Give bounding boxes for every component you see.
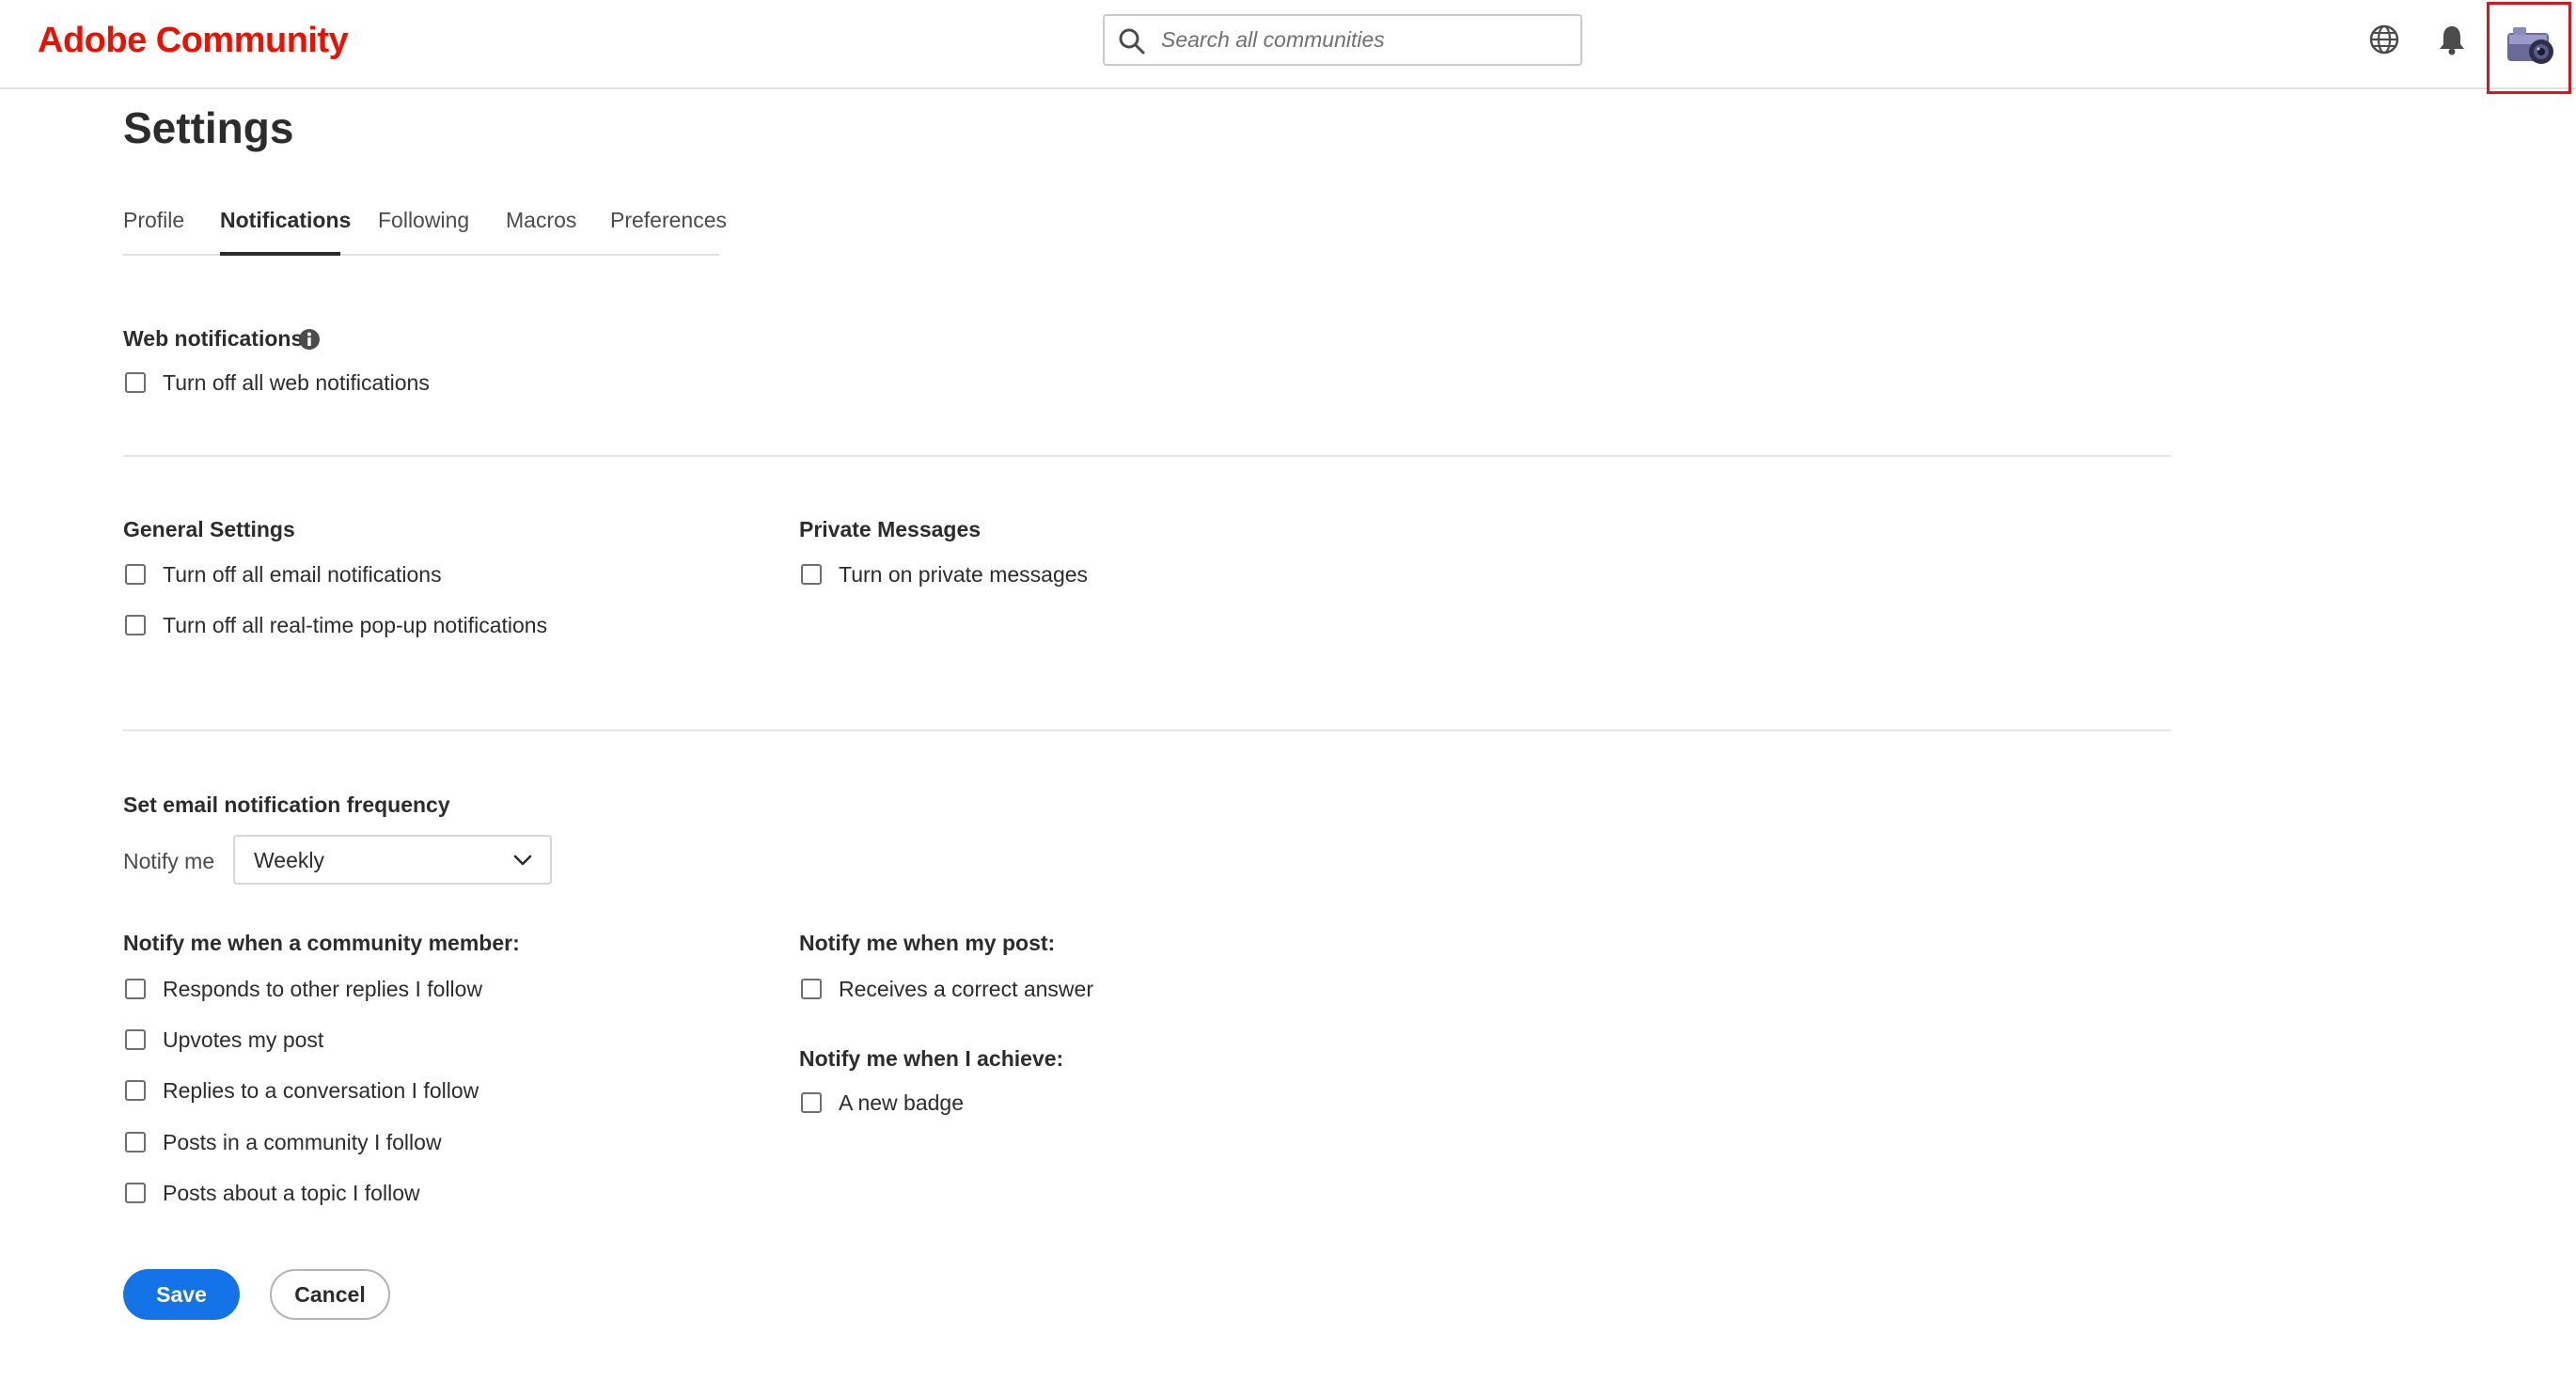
checkbox[interactable] bbox=[125, 564, 146, 585]
chevron-down-icon bbox=[513, 855, 532, 866]
option-label: Responds to other replies I follow bbox=[163, 977, 483, 1001]
tab-following[interactable]: Following bbox=[378, 205, 469, 235]
checkbox[interactable] bbox=[801, 979, 822, 999]
user-avatar-button[interactable] bbox=[2487, 2, 2571, 94]
tab-preferences[interactable]: Preferences bbox=[610, 205, 727, 235]
option-label: Posts about a topic I follow bbox=[163, 1181, 420, 1205]
email-frequency-heading: Set email notification frequency bbox=[123, 792, 450, 817]
option-label: Turn off all web notifications bbox=[163, 370, 430, 395]
option-label: A new badge bbox=[839, 1090, 965, 1115]
option-label: Turn off all real-time pop-up notificati… bbox=[163, 613, 548, 637]
web-notifications-off-option[interactable]: Turn off all web notifications bbox=[125, 368, 430, 398]
option-label: Posts in a community I follow bbox=[163, 1130, 442, 1154]
achieve-heading: Notify me when I achieve: bbox=[799, 1046, 1064, 1071]
upvotes-my-post-option[interactable]: Upvotes my post bbox=[125, 1025, 323, 1055]
tab-profile[interactable]: Profile bbox=[123, 205, 184, 235]
tab-notifications[interactable]: Notifications bbox=[220, 205, 351, 235]
search-box[interactable] bbox=[1103, 14, 1582, 66]
option-label: Replies to a conversation I follow bbox=[163, 1078, 479, 1103]
community-member-heading: Notify me when a community member: bbox=[123, 931, 520, 955]
posts-in-community-option[interactable]: Posts in a community I follow bbox=[125, 1127, 442, 1157]
frequency-select[interactable]: Weekly bbox=[233, 835, 552, 885]
private-messages-heading: Private Messages bbox=[799, 517, 982, 541]
bell-icon[interactable] bbox=[2435, 23, 2469, 56]
settings-tabs: Profile Notifications Following Macros P… bbox=[123, 199, 727, 256]
option-label: Upvotes my post bbox=[163, 1027, 324, 1052]
search-input[interactable] bbox=[1161, 16, 1565, 64]
page-title: Settings bbox=[123, 103, 294, 152]
notify-me-label: Notify me bbox=[123, 849, 215, 873]
email-notifications-off-option[interactable]: Turn off all email notifications bbox=[125, 559, 442, 589]
replies-to-conversation-option[interactable]: Replies to a conversation I follow bbox=[125, 1075, 479, 1106]
adobe-community-logo[interactable]: Adobe Community bbox=[38, 20, 349, 61]
my-post-heading: Notify me when my post: bbox=[799, 931, 1056, 955]
checkbox[interactable] bbox=[125, 615, 146, 635]
option-label: Turn off all email notifications bbox=[163, 562, 442, 587]
checkbox[interactable] bbox=[125, 372, 146, 393]
info-icon[interactable] bbox=[298, 328, 321, 351]
section-divider bbox=[123, 455, 2171, 457]
checkbox[interactable] bbox=[801, 1092, 822, 1113]
option-label: Turn on private messages bbox=[839, 562, 1089, 587]
checkbox[interactable] bbox=[801, 564, 822, 585]
option-label: Receives a correct answer bbox=[839, 977, 1093, 1001]
checkbox[interactable] bbox=[125, 979, 146, 999]
checkbox[interactable] bbox=[125, 1029, 146, 1050]
correct-answer-option[interactable]: Receives a correct answer bbox=[801, 974, 1093, 1004]
general-settings-heading: General Settings bbox=[123, 517, 295, 541]
cancel-button[interactable]: Cancel bbox=[270, 1269, 390, 1320]
web-notifications-heading: Web notifications bbox=[123, 326, 304, 351]
checkbox[interactable] bbox=[125, 1132, 146, 1153]
private-messages-option[interactable]: Turn on private messages bbox=[801, 559, 1088, 589]
avatar-camera-icon bbox=[2507, 27, 2553, 64]
frequency-selected-value: Weekly bbox=[254, 848, 324, 872]
checkbox[interactable] bbox=[125, 1080, 146, 1101]
section-divider bbox=[123, 729, 2171, 731]
active-tab-indicator bbox=[220, 252, 340, 256]
globe-icon[interactable] bbox=[2367, 23, 2401, 56]
posts-about-topic-option[interactable]: Posts about a topic I follow bbox=[125, 1178, 420, 1208]
top-header: Adobe Community bbox=[0, 0, 2576, 94]
checkbox[interactable] bbox=[125, 1183, 146, 1203]
search-icon[interactable] bbox=[1118, 27, 1146, 55]
save-button[interactable]: Save bbox=[123, 1269, 240, 1320]
tab-macros[interactable]: Macros bbox=[506, 205, 576, 235]
responds-to-replies-option[interactable]: Responds to other replies I follow bbox=[125, 974, 482, 1004]
new-badge-option[interactable]: A new badge bbox=[801, 1088, 964, 1118]
popup-notifications-off-option[interactable]: Turn off all real-time pop-up notificati… bbox=[125, 610, 547, 640]
